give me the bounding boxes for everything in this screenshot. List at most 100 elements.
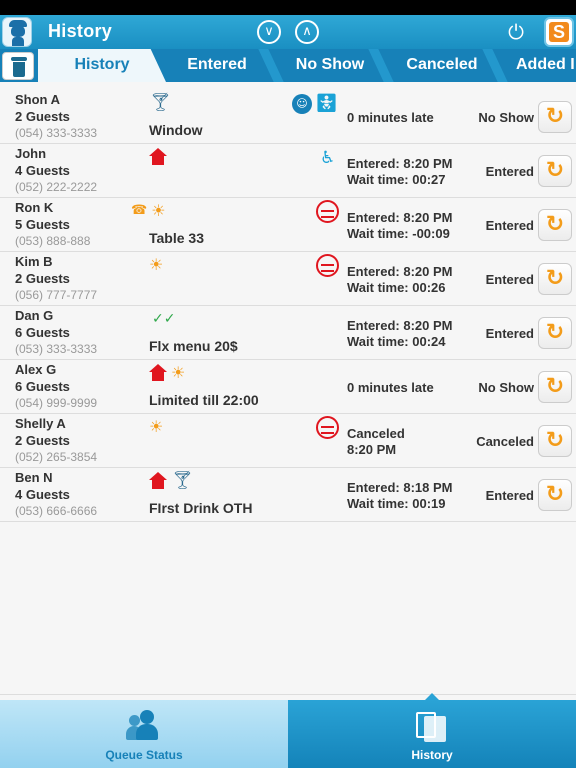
guest-count: 6 Guests — [15, 325, 70, 340]
status-label: Entered — [485, 218, 534, 233]
system-status-bar — [0, 0, 576, 15]
power-icon[interactable]: ⏻ — [504, 20, 528, 44]
guest-name: Kim B — [15, 254, 53, 269]
status-label: Entered — [485, 488, 534, 503]
guest-name: Alex G — [15, 362, 57, 377]
house-icon — [149, 148, 167, 166]
guest-phone: (052) 265-3854 — [15, 450, 98, 464]
sun-icon: ☀ — [151, 201, 166, 220]
tab-history[interactable]: History — [38, 49, 166, 82]
canceled-label: Canceled — [347, 426, 405, 441]
restore-button[interactable]: ↻ — [538, 425, 572, 457]
double-check-icon: ✓✓ — [152, 311, 176, 327]
status-label: No Show — [478, 110, 534, 125]
sun-icon: ☀ — [171, 363, 186, 382]
history-list: Shon A 2 Guests (054) 333-3333 🍸︎ Window… — [0, 90, 576, 522]
stroller-icon: 🚼︎ — [315, 93, 338, 114]
trash-icon[interactable] — [2, 52, 34, 80]
row-info: 0 minutes late — [347, 380, 434, 395]
wheelchair-icon: ♿︎ — [320, 148, 336, 168]
guest-count: 4 Guests — [15, 487, 70, 502]
no-smoking-icon — [316, 254, 339, 277]
restore-button[interactable]: ↻ — [538, 479, 572, 511]
status-label: Entered — [485, 164, 534, 179]
restore-button[interactable]: ↻ — [538, 371, 572, 403]
no-smoking-icon — [316, 200, 339, 223]
sun-icon: ☀ — [149, 255, 164, 274]
brand-s-icon[interactable]: S — [544, 17, 574, 47]
guest-phone: (054) 999-9999 — [15, 396, 98, 410]
no-smoking-icon — [316, 416, 339, 439]
cocktail-icon: 🍸︎ — [149, 92, 172, 113]
page-title: History — [48, 21, 113, 41]
bottom-tab-bar: Queue Status History — [0, 700, 576, 768]
history-icon — [416, 712, 448, 742]
tab-no-show[interactable]: No Show — [278, 49, 382, 82]
guest-count: 4 Guests — [15, 163, 70, 178]
app-logo-icon — [2, 17, 32, 47]
tab-queue-status[interactable]: Queue Status — [0, 700, 288, 768]
guest-note: Limited till 22:00 — [149, 392, 259, 408]
wait-time: Wait time: 00:26 — [347, 280, 446, 295]
guest-phone: (056) 777-7777 — [15, 288, 98, 302]
people-icon — [126, 710, 162, 742]
restore-button[interactable]: ↻ — [538, 155, 572, 187]
wait-time: Wait time: -00:09 — [347, 226, 450, 241]
sun-icon: ☀ — [149, 417, 164, 436]
entered-time: Entered: 8:20 PM — [347, 318, 453, 333]
tab-entered[interactable]: Entered — [170, 49, 264, 82]
bottom-divider — [0, 694, 576, 695]
guest-name: Dan G — [15, 308, 54, 323]
guest-note: Window — [149, 122, 203, 138]
house-icon — [149, 364, 167, 382]
status-label: No Show — [478, 380, 534, 395]
guest-note: Flx menu 20$ — [149, 338, 238, 354]
guest-name: Ben N — [15, 470, 53, 485]
list-item[interactable]: Ben N 4 Guests (053) 666-6666 🍸︎ FIrst D… — [0, 468, 576, 522]
title-bar: History ∨ ∧ ⏻ S — [0, 15, 576, 49]
guest-phone: (053) 666-6666 — [15, 504, 98, 518]
list-item[interactable]: Ron K 5 Guests (053) 888-888 ☎ ☀ Table 3… — [0, 198, 576, 252]
restore-button[interactable]: ↻ — [538, 209, 572, 241]
guest-note: Table 33 — [149, 230, 204, 246]
tab-queue-status-label: Queue Status — [105, 748, 183, 762]
list-item[interactable]: Alex G 6 Guests (054) 999-9999 ☀ Limited… — [0, 360, 576, 414]
status-label: Entered — [485, 326, 534, 341]
guest-count: 2 Guests — [15, 433, 70, 448]
phone-icon: ☎ — [131, 203, 148, 218]
guest-name: Ron K — [15, 200, 54, 215]
status-label: Entered — [485, 272, 534, 287]
list-item[interactable]: Kim B 2 Guests (056) 777-7777 ☀ Entered:… — [0, 252, 576, 306]
wait-time: Wait time: 00:24 — [347, 334, 446, 349]
chevron-down-icon[interactable]: ∨ — [257, 20, 281, 44]
tab-canceled[interactable]: Canceled — [392, 49, 492, 82]
list-item[interactable]: Dan G 6 Guests (053) 333-3333 ✓✓ Flx men… — [0, 306, 576, 360]
list-item[interactable]: Shon A 2 Guests (054) 333-3333 🍸︎ Window… — [0, 90, 576, 144]
list-item[interactable]: Shelly A 2 Guests (052) 265-3854 ☀ Cance… — [0, 414, 576, 468]
guest-phone: (054) 333-3333 — [15, 126, 98, 140]
guest-note: FIrst Drink OTH — [149, 500, 253, 516]
status-label: Canceled — [476, 434, 534, 449]
tab-history-label: History — [411, 748, 453, 762]
guest-name: Shon A — [15, 92, 61, 107]
wait-time: Wait time: 00:19 — [347, 496, 446, 511]
guest-name: John — [15, 146, 47, 161]
chevron-up-icon[interactable]: ∧ — [295, 20, 319, 44]
filter-tab-bar: History Entered No Show Canceled Added I — [0, 49, 576, 82]
row-info: 0 minutes late — [347, 110, 434, 125]
restore-button[interactable]: ↻ — [538, 317, 572, 349]
guest-count: 6 Guests — [15, 379, 70, 394]
restore-button[interactable]: ↻ — [538, 263, 572, 295]
guest-phone: (053) 888-888 — [15, 234, 91, 248]
house-icon — [149, 472, 167, 490]
entered-time: Entered: 8:20 PM — [347, 210, 453, 225]
guest-count: 5 Guests — [15, 217, 70, 232]
tab-history-bottom[interactable]: History — [288, 700, 576, 768]
entered-time: Entered: 8:20 PM — [347, 156, 453, 171]
guest-phone: (053) 333-3333 — [15, 342, 98, 356]
restore-button[interactable]: ↻ — [538, 101, 572, 133]
tab-added[interactable]: Added I — [508, 49, 576, 82]
list-item[interactable]: John 4 Guests (052) 222-2222 ♿︎ Entered:… — [0, 144, 576, 198]
guest-phone: (052) 222-2222 — [15, 180, 98, 194]
cocktail-icon: 🍸︎ — [171, 470, 194, 491]
